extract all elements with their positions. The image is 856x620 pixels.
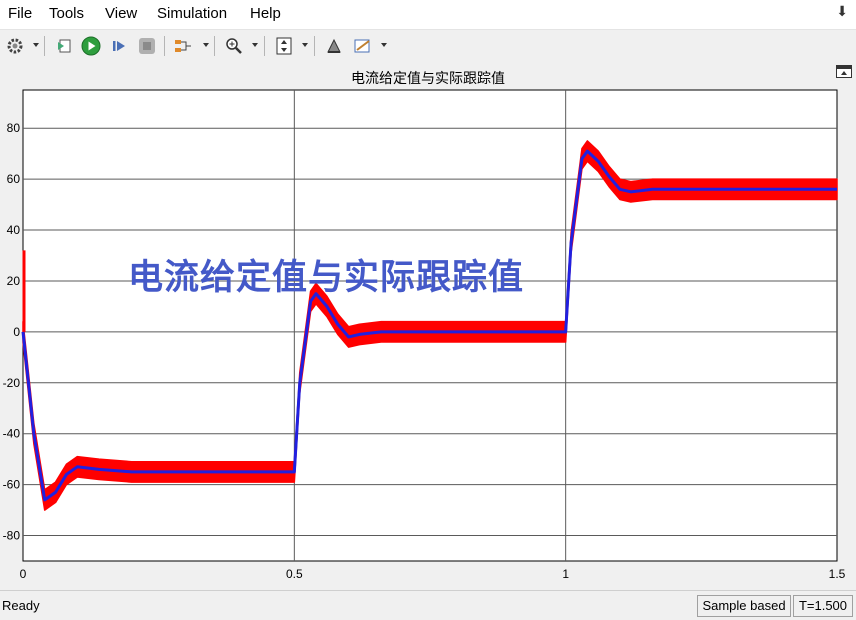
menu-file[interactable]: File [8,5,32,22]
autoscale-icon[interactable] [273,35,295,57]
gear-icon[interactable] [4,35,26,57]
y-tick-label: -80 [3,529,21,543]
y-tick-label: 20 [7,274,21,288]
style-icon[interactable] [352,35,374,57]
chevron-down-icon[interactable] [203,43,209,47]
menu-help[interactable]: Help [250,5,281,22]
y-tick-label: 40 [7,223,21,237]
menu-tools[interactable]: Tools [49,5,84,22]
scope-plot-area: 0 0.5 1 1.5 -80 -60 -40 -20 0 20 40 60 80 电流给定值与实际跟踪… [0,63,856,590]
restore-config-icon[interactable] [53,35,75,57]
y-tick-label: 60 [7,172,21,186]
undock-icon[interactable] [836,65,852,78]
step-forward-icon[interactable] [108,35,130,57]
toolbar-separator [164,36,165,56]
y-tick-label: 0 [13,325,20,339]
scope-chart[interactable]: 0 0.5 1 1.5 -80 -60 -40 -20 0 20 40 60 80 [0,63,856,590]
x-tick-label: 0.5 [286,567,303,581]
x-tick-label: 1 [562,567,569,581]
x-tick-label: 1.5 [829,567,846,581]
collapse-arrow-icon[interactable]: ⬇ [836,4,848,20]
toolbar-separator [314,36,315,56]
toolbar-separator [44,36,45,56]
stop-icon[interactable] [136,35,158,57]
time-indicator: T=1.500 [793,595,853,617]
chevron-down-icon[interactable] [381,43,387,47]
signal-select-icon[interactable] [172,35,194,57]
toolbar [0,29,856,64]
plot-title: 电流给定值与实际跟踪值 [351,71,505,87]
sample-mode-indicator: Sample based [697,595,791,617]
y-tick-label: -60 [3,478,21,492]
menu-bar: File Tools View Simulation Help ⬇ [0,0,856,29]
highlight-icon[interactable] [323,35,345,57]
y-tick-label: -20 [3,376,21,390]
chevron-down-icon[interactable] [302,43,308,47]
overlay-title-text: 电流给定值与实际跟踪值 [128,258,525,298]
run-icon[interactable] [80,35,102,57]
toolbar-separator [214,36,215,56]
menu-view[interactable]: View [105,5,137,22]
y-tick-label: 80 [7,121,21,135]
toolbar-separator [264,36,265,56]
chevron-down-icon[interactable] [33,43,39,47]
chevron-down-icon[interactable] [252,43,258,47]
zoom-icon[interactable] [223,35,245,57]
x-tick-label: 0 [20,567,27,581]
menu-simulation[interactable]: Simulation [157,5,227,22]
status-bar: Ready Sample based T=1.500 [0,590,856,620]
y-tick-label: -40 [3,427,21,441]
status-text: Ready [2,598,40,613]
